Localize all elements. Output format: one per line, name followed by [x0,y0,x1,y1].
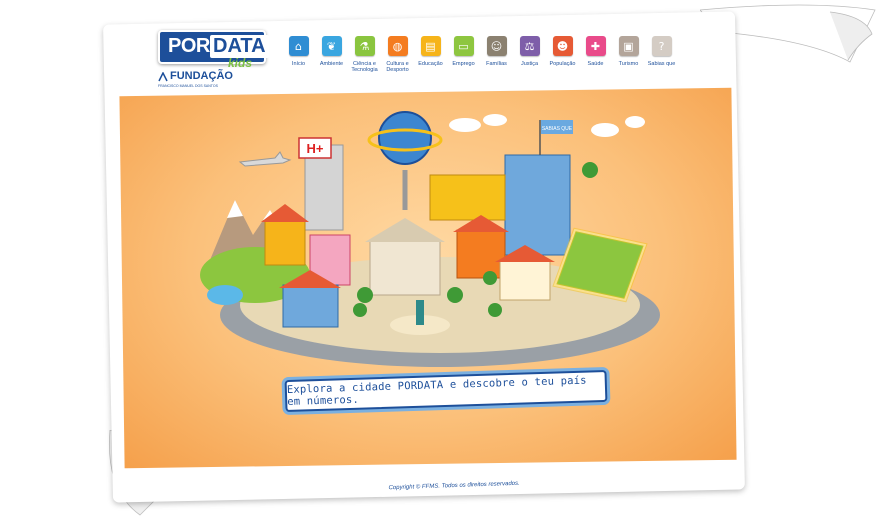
nav-item-ambiente[interactable]: ❦ Ambiente [315,36,348,73]
question-icon: ? [651,36,672,56]
nav-item-sabias-que[interactable]: ? Sabias que [645,36,678,73]
lake [207,285,243,305]
museum-building[interactable] [429,174,506,221]
nav-item-popula-o[interactable]: ☻ População [546,36,579,73]
flag-text: SABIAS QUE [542,126,573,132]
banner-text: Explora a cidade PORDATA e descobre o te… [286,374,587,408]
nav-label: Ciência e Tecnologia [351,61,378,73]
nav-label: Ambiente [319,61,344,67]
nav-label: Famílias [486,61,507,67]
logo-sub: kids [228,56,253,70]
hospital-sign: H+ [307,141,324,156]
nav-label: Cultura e Desporto [386,61,409,73]
leaf-icon: ❦ [321,36,342,56]
nav-label: Saúde [587,61,604,67]
globe-icon[interactable] [378,111,432,165]
nav-label: Turismo [618,61,639,67]
nav-item-in-cio[interactable]: ⌂ Início [282,36,315,73]
nav-label: Educação [418,61,443,67]
pordata-kids-logo[interactable]: POR DATA kids FUNDAÇÃO FRANCISCO MANUEL … [158,28,269,92]
nav-item-cultura-e-desporto[interactable]: ◍ Cultura e Desporto [381,36,414,73]
nav-label: Emprego [452,61,475,67]
roof [365,218,445,242]
logo-part1: POR [168,35,210,57]
briefcase-icon: ▭ [453,36,474,56]
nav-item-sa-de[interactable]: ✚ Saúde [579,36,612,73]
scales-icon: ⚖ [519,36,540,56]
home-icon: ⌂ [288,36,309,56]
site-header: POR DATA kids FUNDAÇÃO FRANCISCO MANUEL … [150,22,740,94]
nav-label: Justiça [520,61,539,67]
microscope-icon: ⚗ [354,36,375,56]
nav-label: Início [291,61,306,67]
book-icon: ▤ [420,36,441,56]
nav-item-ci-ncia-e-tecnologia[interactable]: ⚗ Ciência e Tecnologia [348,36,381,73]
family-icon: ☺ [486,36,507,56]
luggage-icon: ▣ [618,36,639,56]
fundacao-name: FUNDAÇÃO [170,70,233,82]
nav-item-fam-lias[interactable]: ☺ Famílias [480,36,513,73]
house-blue[interactable] [282,284,339,328]
ball-icon: ◍ [387,36,408,56]
health-icon: ✚ [585,36,606,56]
fundacao-icon [158,72,168,82]
airplane-icon [238,151,292,167]
nav-item-turismo[interactable]: ▣ Turismo [612,36,645,73]
nav-label: Sabias que [647,61,676,67]
shop-building[interactable] [499,259,551,301]
main-nav: ⌂ Início ❦ Ambiente ⚗ Ciência e Tecnologia ◍ Cu… [282,36,678,73]
person-icon: ☻ [552,36,573,56]
house-orange[interactable] [456,229,506,279]
statue[interactable] [416,300,424,325]
city-illustration[interactable]: H+ SABIAS QUE [195,100,670,370]
office-tower[interactable] [504,154,571,256]
school-building[interactable] [369,239,441,296]
nav-item-educa-o[interactable]: ▤ Educação [414,36,447,73]
nav-item-justi-a[interactable]: ⚖ Justiça [513,36,546,73]
logo-part2: DATA [210,35,269,58]
nav-label: População [549,61,576,67]
house-yellow[interactable] [264,219,306,266]
nav-item-emprego[interactable]: ▭ Emprego [447,36,480,73]
fundacao-subtitle: FRANCISCO MANUEL DOS SANTOS [158,84,218,88]
